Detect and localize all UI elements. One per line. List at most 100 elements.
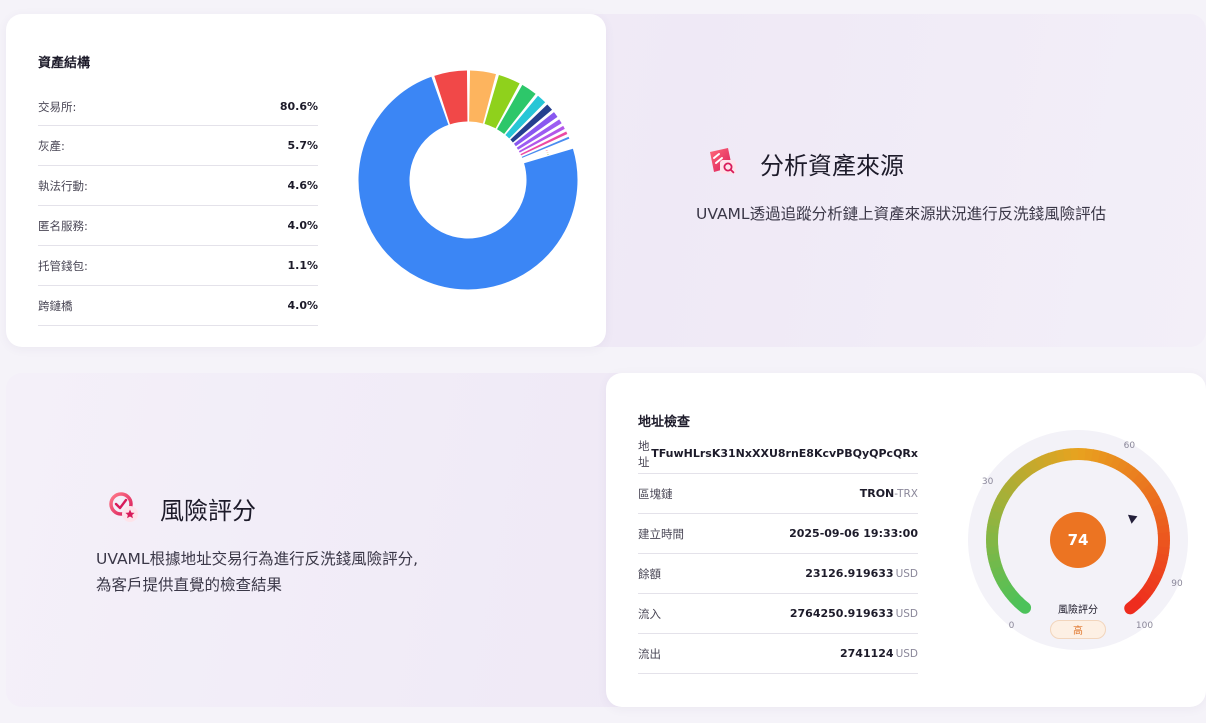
gauge-arc-segment — [986, 523, 1000, 534]
asset-row-enforcement: 執法行動: 4.6% — [38, 166, 318, 206]
donut-segment-1 — [434, 70, 469, 125]
gauge-arc-segment — [1153, 559, 1168, 571]
outflow-value-text: 2741124 — [839, 647, 894, 660]
donut-segment-10 — [520, 131, 568, 156]
gauge-tick-label: 60 — [1124, 441, 1136, 451]
asset-row-label: 交易所: — [38, 99, 77, 114]
asset-row-anonymous: 匿名服務: 4.0% — [38, 206, 318, 246]
gauge-arc-segment — [1027, 458, 1041, 474]
feature-analyze-source-title: 分析資產來源 — [760, 151, 904, 180]
asset-row-label: 灰產: — [38, 138, 65, 153]
gauge-tick-label: 0 — [1009, 621, 1015, 631]
gauge-arc-segment — [1012, 596, 1032, 614]
gauge-arc-segment — [1004, 588, 1020, 603]
address-row-value: TFuwHLrsK31NxXXU8rnE8KcvPBQyQPcQRx — [651, 447, 918, 460]
gauge-arc-segment — [1084, 448, 1095, 462]
gauge-arc-segment — [996, 577, 1011, 591]
feature-risk-score: 風險評分 UVAML根據地址交易行為進行反洗錢風險評分, 為客戶提供直覺的檢查結… — [96, 490, 418, 598]
address-row-outflow: 流出 2741124 USD — [638, 634, 918, 674]
chain-value-text: TRON — [859, 487, 895, 500]
feature-risk-score-description-line: 為客戶提供直覺的檢查結果 — [96, 576, 283, 594]
asset-row-value: 80.6% — [279, 100, 318, 113]
balance-unit-text: USD — [895, 568, 918, 580]
asset-row-label: 跨鏈橋 — [38, 298, 73, 313]
gauge-arc-segment — [1000, 582, 1015, 597]
chain-unit-text: -TRX — [894, 488, 918, 500]
asset-row-bridge: 跨鏈橋 4.0% — [38, 286, 318, 326]
donut-segment-9 — [518, 125, 565, 153]
donut-segment-11 — [521, 136, 570, 158]
address-row-value: 2025-09-06 19:33:00 — [789, 527, 918, 540]
gauge-arc-segment — [1001, 482, 1016, 497]
risk-score-label: 風險評分 — [1058, 605, 1098, 616]
gauge-arc-segment — [988, 509, 1003, 521]
risk-level-badge: 高 — [1050, 620, 1106, 639]
created-value-text: 2025-09-06 19:33:00 — [789, 527, 918, 540]
gauge-arc-segment — [1121, 462, 1136, 478]
gauge-arc-segment — [1148, 496, 1163, 509]
address-row-label: 流出 — [638, 646, 661, 661]
asset-row-custody: 托管錢包: 1.1% — [38, 246, 318, 286]
asset-row-label: 執法行動: — [38, 178, 88, 193]
gauge-arc-segment — [1140, 583, 1156, 598]
address-row-label: 建立時間 — [638, 526, 684, 541]
asset-row-value: 5.7% — [287, 139, 318, 152]
gauge-arc-segment — [1124, 597, 1143, 615]
donut-segment-8 — [516, 119, 562, 150]
gauge-arc-segment — [1150, 565, 1166, 578]
gauge-arc-segment — [1153, 510, 1168, 522]
feature-risk-score-description: UVAML根據地址交易行為進行反洗錢風險評分, 為客戶提供直覺的檢查結果 — [96, 546, 418, 598]
gauge-arc-segment — [987, 516, 1001, 527]
donut-segment-5 — [505, 95, 546, 139]
feature-risk-score-title: 風險評分 — [160, 496, 256, 525]
risk-score-value: 74 — [1050, 512, 1106, 568]
address-row-balance: 餘額 23126.919633 USD — [638, 554, 918, 594]
gauge-arc-segment — [997, 488, 1012, 502]
gauge-arc-segment — [1005, 476, 1020, 491]
gauge-arc-segment — [1156, 546, 1170, 556]
gauge-arc-segment — [1115, 459, 1130, 474]
gauge-arc-segment — [1144, 577, 1159, 592]
gauge-arc-segment — [1147, 571, 1163, 585]
asset-row-label: 托管錢包: — [38, 258, 88, 273]
feature-analyze-source: 分析資產來源 UVAML透過追蹤分析鏈上資產來源狀況進行反洗錢風險評估 — [696, 145, 1106, 227]
address-row-label: 區塊鏈 — [638, 486, 673, 501]
gauge-arc-segment — [990, 565, 1005, 577]
gauge-arc-segment — [988, 558, 1003, 570]
donut-segment-4 — [496, 84, 536, 135]
address-row-value: 2741124 USD — [840, 647, 918, 660]
gauge-arc-segment — [986, 545, 1000, 556]
gauge-arc-segment — [1144, 489, 1160, 503]
gauge-arc-segment — [1041, 452, 1053, 467]
gauge-arc-segment — [1136, 588, 1151, 603]
gauge-arc-segment — [1055, 449, 1066, 463]
search-document-icon — [710, 148, 736, 174]
address-row-address: 地址 TFuwHLrsK31NxXXU8rnE8KcvPBQyQPcQRx — [638, 434, 918, 474]
gauge-arc-segment — [1097, 450, 1109, 465]
donut-segment-2 — [468, 70, 496, 124]
gauge-arc-segment — [991, 502, 1006, 515]
address-value-text: TFuwHLrsK31NxXXU8rnE8KcvPBQyQPcQRx — [651, 447, 918, 460]
gauge-arc-segment — [1103, 452, 1116, 468]
asset-structure-list: 交易所: 80.6% 灰產: 5.7% 執法行動: 4.6% 匿名服務: 4.0… — [38, 88, 318, 326]
asset-row-value: 1.1% — [287, 259, 318, 272]
address-check-list: 地址 TFuwHLrsK31NxXXU8rnE8KcvPBQyQPcQRx 區塊… — [638, 434, 918, 674]
asset-row-exchange: 交易所: 80.6% — [38, 88, 318, 126]
gauge-arc-segment — [1010, 471, 1025, 486]
gauge-tick-label: 100 — [1136, 621, 1153, 631]
address-row-label: 地址 — [638, 438, 650, 469]
gauge-arc-segment — [1155, 517, 1169, 528]
gauge-arc-segment — [1034, 455, 1047, 470]
address-row-value: TRON-TRX — [860, 487, 918, 500]
gauge-arc-segment — [1062, 448, 1073, 462]
asset-structure-title: 資產結構 — [38, 56, 91, 71]
gauge-arc-segment — [1132, 472, 1147, 487]
outflow-unit-text: USD — [895, 648, 918, 660]
asset-row-label: 匿名服務: — [38, 218, 88, 233]
gauge-arc-segment — [1156, 524, 1170, 535]
inflow-unit-text: USD — [895, 608, 918, 620]
address-row-created: 建立時間 2025-09-06 19:33:00 — [638, 514, 918, 554]
gauge-arc-segment — [1127, 467, 1141, 482]
donut-segment-7 — [513, 112, 558, 147]
gauge-arc-segment — [1110, 455, 1123, 471]
